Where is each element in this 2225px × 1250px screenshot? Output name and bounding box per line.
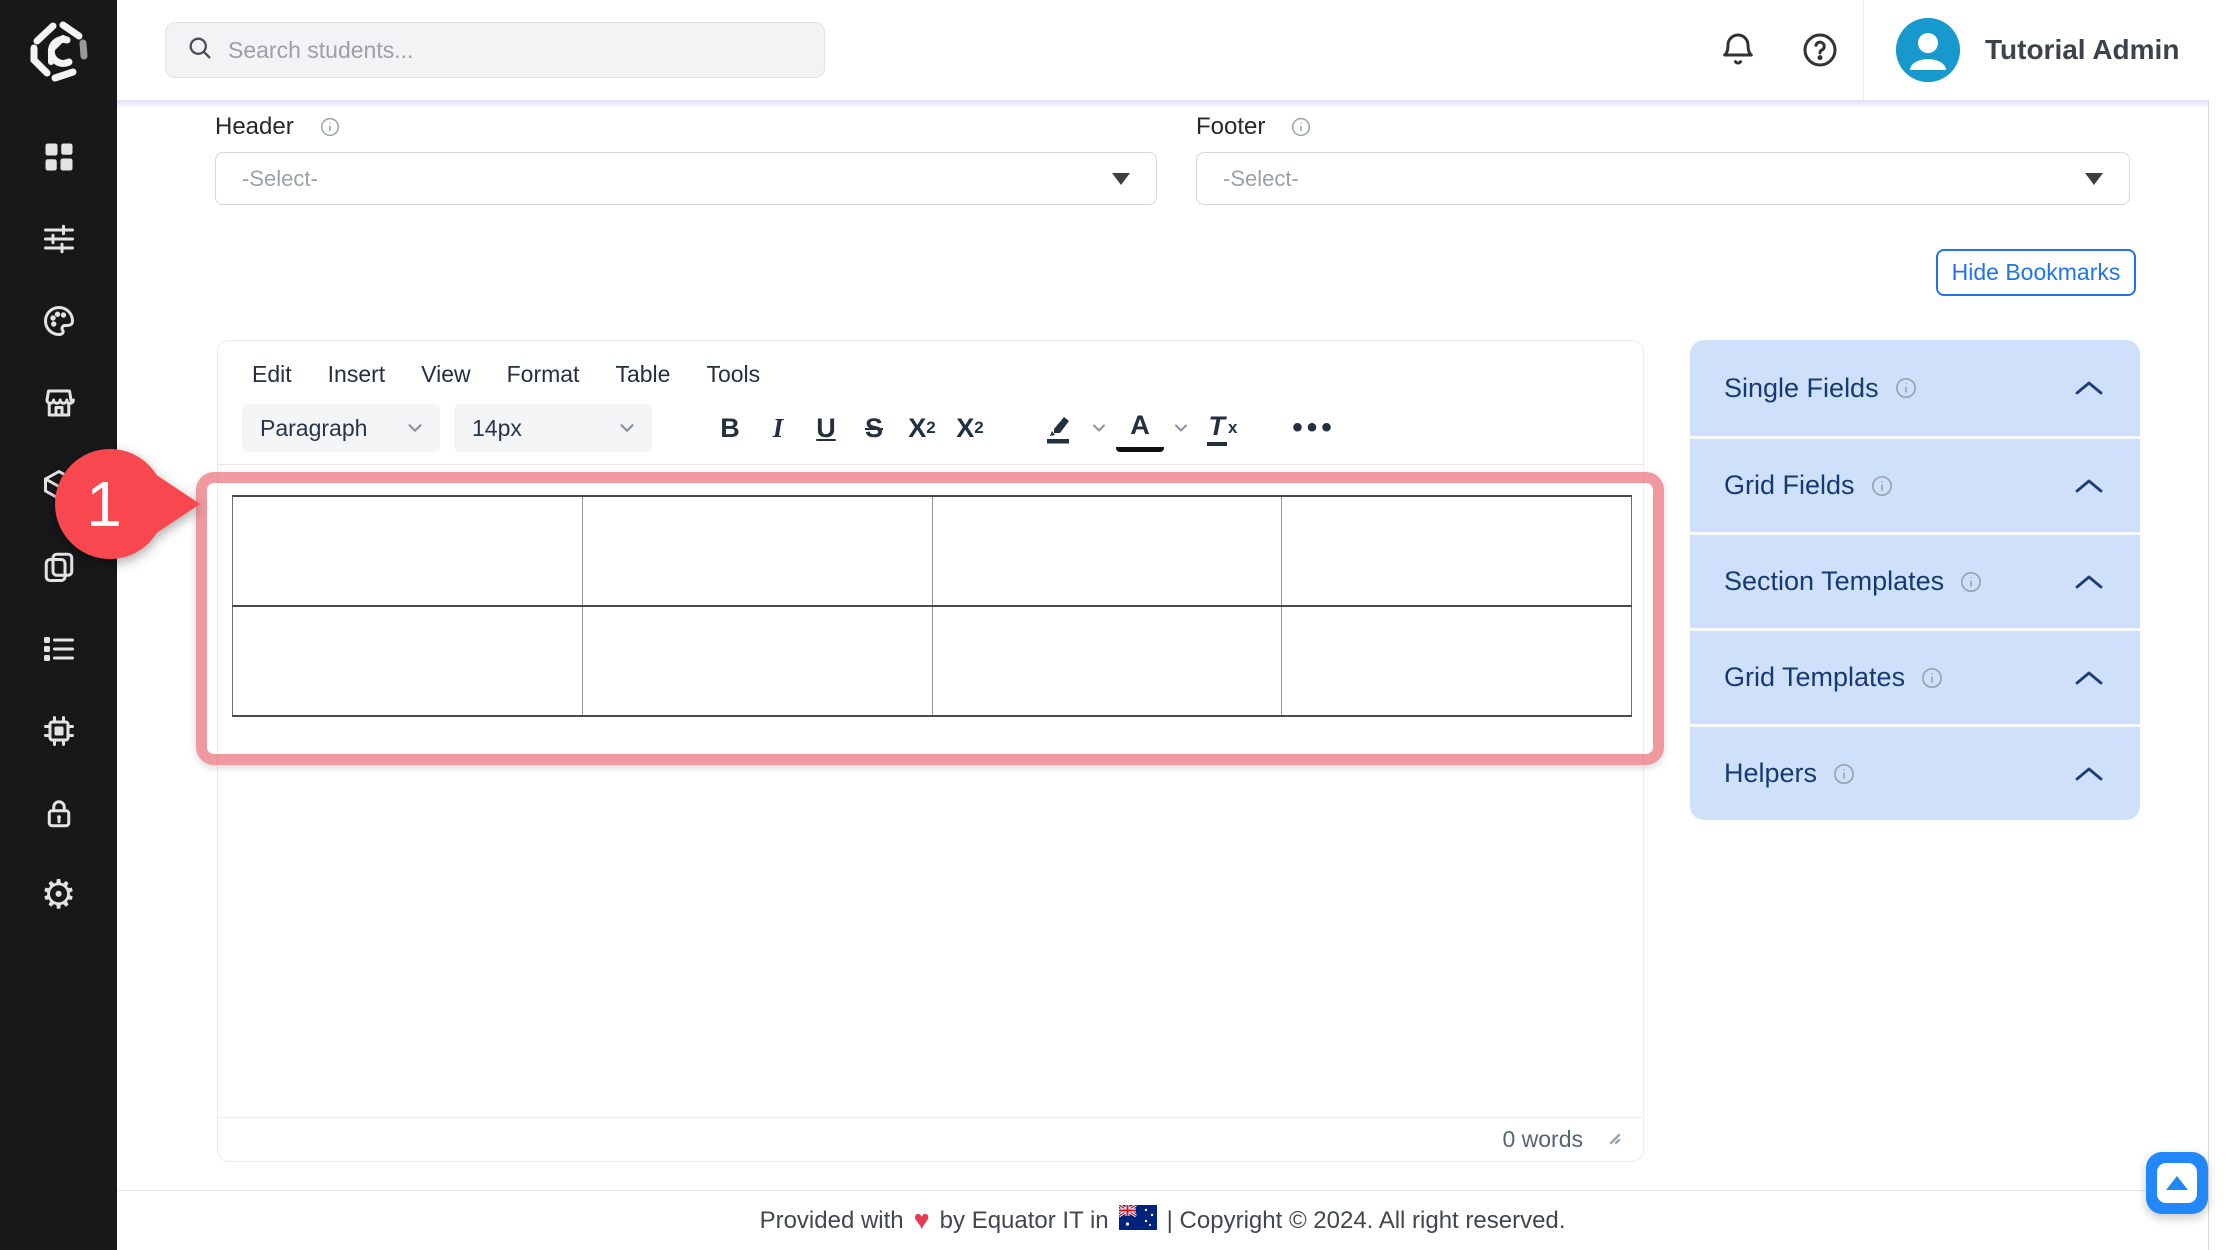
search-icon (186, 34, 214, 67)
chevron-down-icon (616, 417, 638, 439)
chevron-up-icon[interactable] (2072, 763, 2106, 785)
table-cell[interactable] (1282, 496, 1632, 606)
hide-bookmarks-button[interactable]: Hide Bookmarks (1936, 249, 2136, 296)
table-cell[interactable] (233, 606, 583, 716)
caret-down-icon (2085, 173, 2103, 185)
font-size-select[interactable]: 14px (454, 404, 652, 452)
scroll-track[interactable] (2208, 100, 2209, 1250)
rich-text-editor: Edit Insert View Format Table Tools Para… (217, 340, 1644, 1162)
search-input[interactable] (228, 37, 804, 64)
australia-flag-icon (1119, 1205, 1157, 1237)
footer-select[interactable]: -Select- (1196, 152, 2130, 205)
editor-statusbar: 0 words (218, 1117, 1643, 1161)
chevron-up-icon[interactable] (2072, 475, 2106, 497)
panel-section-templates[interactable]: Section Templates (1690, 532, 2140, 628)
table-cell[interactable] (932, 606, 1282, 716)
inserted-table[interactable] (232, 495, 1632, 717)
header-select[interactable]: -Select- (215, 152, 1157, 205)
footer-field-label: Footer (1196, 113, 1311, 141)
editor-content-area[interactable] (218, 495, 1643, 1035)
scroll-to-top-button[interactable] (2146, 1152, 2208, 1214)
notifications-bell-icon[interactable] (1715, 27, 1761, 73)
topbar-divider (1863, 0, 1864, 100)
bold-button[interactable]: B (706, 404, 754, 452)
header-info-icon[interactable] (320, 117, 340, 137)
gear-icon[interactable]: ⚙ (39, 876, 79, 914)
content-top-accent (117, 100, 2208, 109)
table-cell[interactable] (932, 496, 1282, 606)
menu-view[interactable]: View (421, 361, 470, 388)
search-box[interactable] (165, 22, 825, 78)
user-avatar[interactable] (1896, 18, 1960, 82)
heart-icon: ♥ (914, 1205, 930, 1236)
sidebar: ⚙ (0, 0, 117, 1250)
info-icon[interactable] (1921, 667, 1943, 689)
menu-insert[interactable]: Insert (328, 361, 386, 388)
menu-format[interactable]: Format (507, 361, 580, 388)
menu-tools[interactable]: Tools (706, 361, 760, 388)
table-row (233, 496, 1632, 606)
chevron-up-icon[interactable] (2072, 667, 2106, 689)
info-icon[interactable] (1871, 475, 1893, 497)
user-name[interactable]: Tutorial Admin (1985, 0, 2179, 100)
store-icon[interactable] (39, 384, 79, 422)
dashboard-icon[interactable] (39, 138, 79, 176)
menu-edit[interactable]: Edit (252, 361, 292, 388)
table-cell[interactable] (1282, 606, 1632, 716)
clear-formatting-button[interactable]: Tx (1198, 404, 1246, 452)
highlight-color-chevron[interactable] (1082, 404, 1116, 452)
table-cell[interactable] (582, 606, 932, 716)
arrow-up-icon (2157, 1163, 2197, 1203)
cube-icon[interactable] (39, 466, 79, 504)
chevron-up-icon[interactable] (2072, 377, 2106, 399)
panel-grid-templates[interactable]: Grid Templates (1690, 628, 2140, 724)
table-cell[interactable] (233, 496, 583, 606)
help-icon[interactable] (1797, 27, 1843, 73)
panel-single-fields[interactable]: Single Fields (1690, 340, 2140, 436)
highlight-color-button[interactable] (1034, 404, 1082, 452)
page-footer: Provided with ♥ by Equator IT in | Copyr… (117, 1190, 2208, 1250)
text-color-chevron[interactable] (1164, 404, 1198, 452)
subscript-button[interactable]: X2 (898, 404, 946, 452)
editor-toolbar: Paragraph 14px B I U S X2 X2 A Tx ••• (218, 388, 1643, 464)
bookmarks-panel: Single Fields Grid Fields Section Templa… (1690, 340, 2140, 820)
sidebar-nav: ⚙ (0, 138, 117, 914)
pages-icon[interactable] (39, 548, 79, 586)
text-color-button[interactable]: A (1116, 404, 1164, 452)
chip-icon[interactable] (39, 712, 79, 750)
strikethrough-button[interactable]: S (850, 404, 898, 452)
panel-grid-fields[interactable]: Grid Fields (1690, 436, 2140, 532)
header-field-label: Header (215, 113, 340, 141)
top-bar: Tutorial Admin (117, 0, 2225, 100)
table-row (233, 606, 1632, 716)
menu-table[interactable]: Table (615, 361, 670, 388)
lock-icon[interactable] (39, 794, 79, 832)
caret-down-icon (1112, 173, 1130, 185)
list-icon[interactable] (39, 630, 79, 668)
table-cell[interactable] (582, 496, 932, 606)
more-toolbar-button[interactable]: ••• (1290, 404, 1338, 452)
italic-button[interactable]: I (754, 404, 802, 452)
editor-menubar: Edit Insert View Format Table Tools (218, 341, 1643, 388)
app-logo-icon[interactable] (14, 8, 104, 96)
info-icon[interactable] (1833, 763, 1855, 785)
sliders-icon[interactable] (39, 220, 79, 258)
palette-icon[interactable] (39, 302, 79, 340)
paragraph-format-select[interactable]: Paragraph (242, 404, 440, 452)
highlighter-icon (1042, 411, 1074, 445)
info-icon[interactable] (1895, 377, 1917, 399)
footer-info-icon[interactable] (1291, 117, 1311, 137)
word-count: 0 words (1502, 1126, 1583, 1153)
info-icon[interactable] (1960, 571, 1982, 593)
resize-handle[interactable] (1605, 1129, 1621, 1150)
panel-helpers[interactable]: Helpers (1690, 724, 2140, 820)
toolbar-divider (218, 464, 1643, 465)
superscript-button[interactable]: X2 (946, 404, 994, 452)
chevron-down-icon (404, 417, 426, 439)
underline-button[interactable]: U (802, 404, 850, 452)
chevron-up-icon[interactable] (2072, 571, 2106, 593)
